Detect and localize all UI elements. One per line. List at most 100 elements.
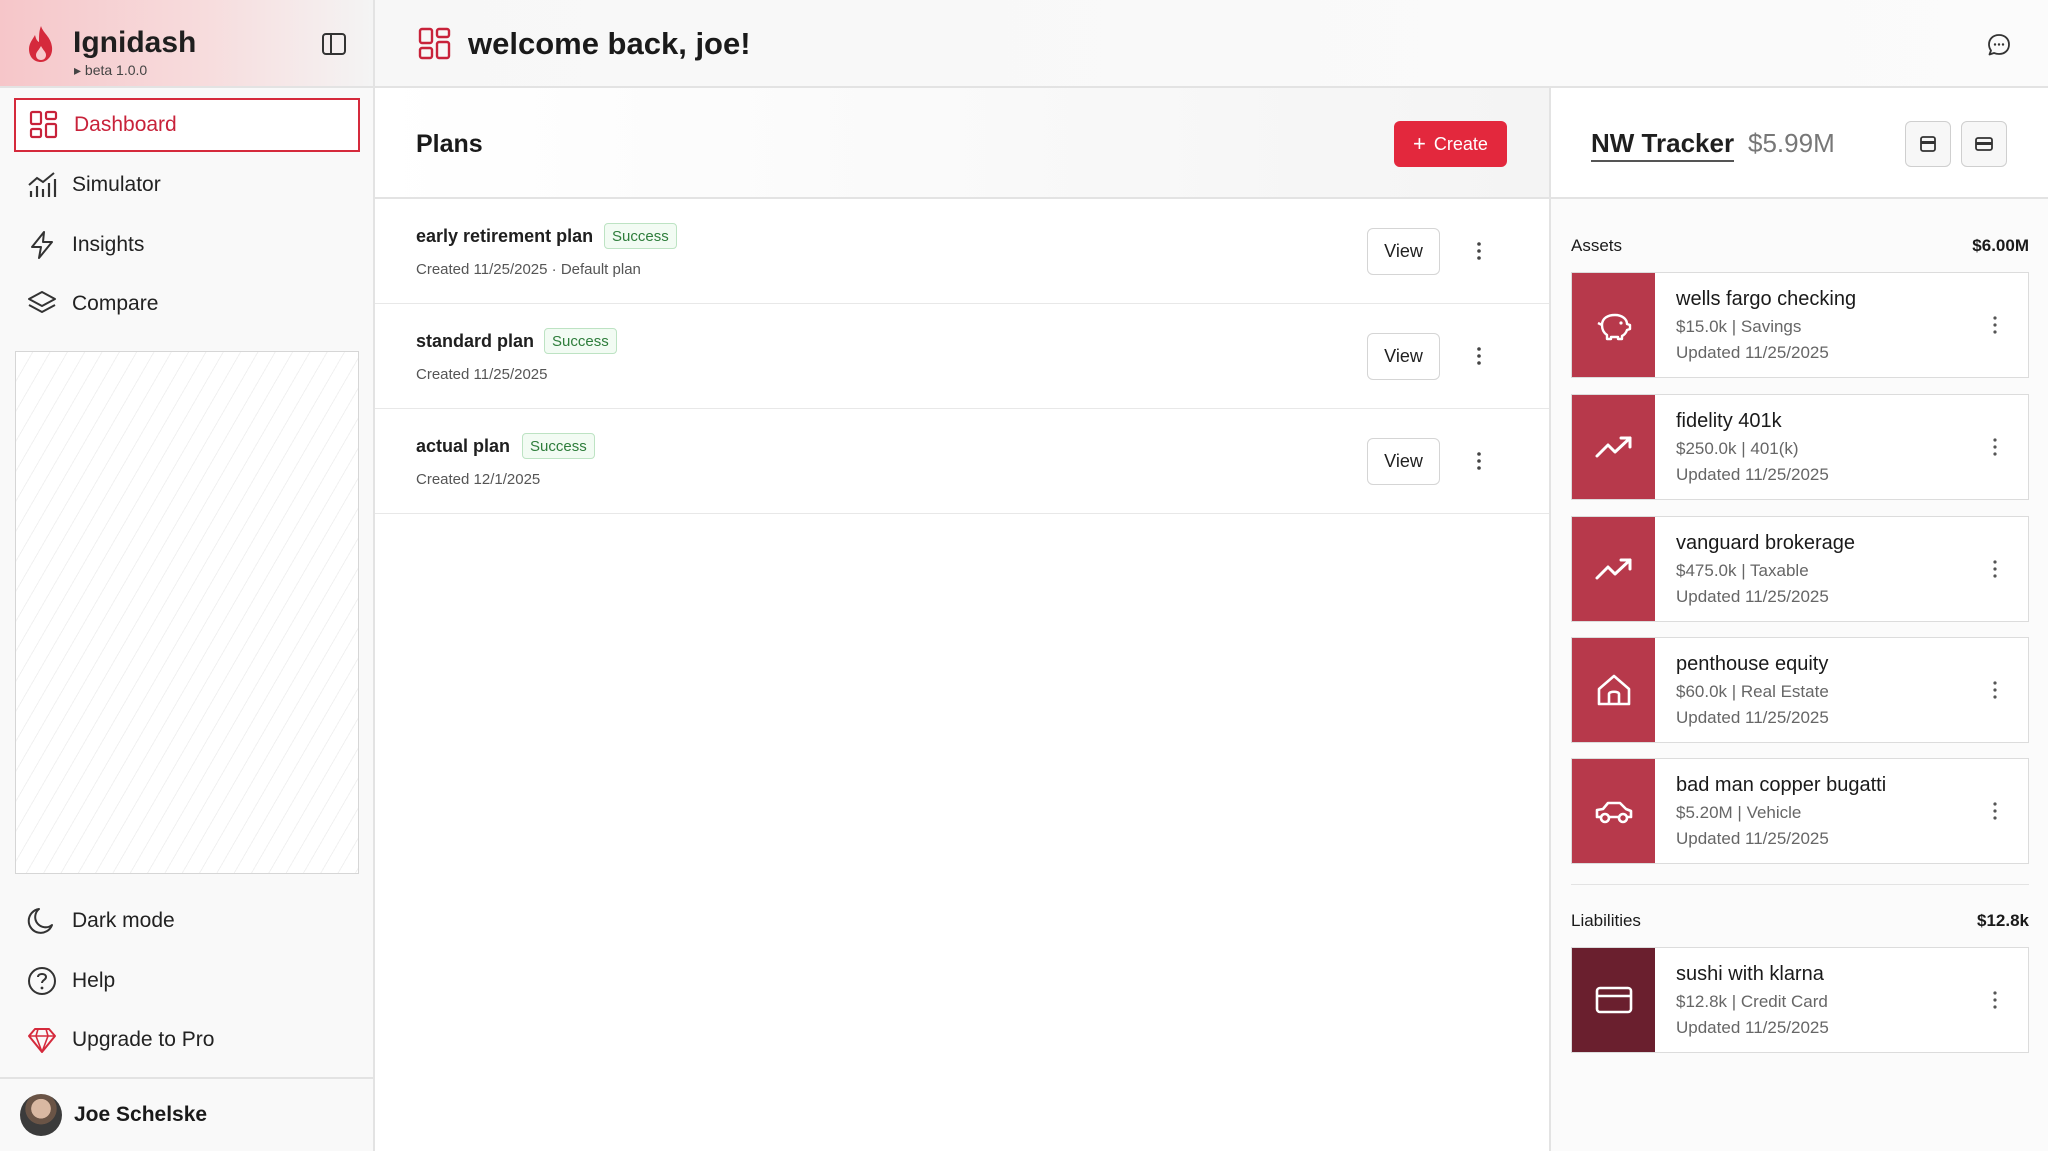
- sidebar: Ignidash ▸ beta 1.0.0 Dashboard Simulato…: [0, 0, 375, 1151]
- asset-updated: Updated 11/25/2025: [1676, 708, 1829, 727]
- asset-name: bad man copper bugatti: [1676, 774, 1887, 796]
- more-options-icon[interactable]: [1984, 314, 2006, 336]
- dashboard-icon: [29, 110, 58, 139]
- top-header: welcome back, joe!: [375, 0, 2048, 88]
- asset-card[interactable]: vanguard brokerage $475.0k | Taxable Upd…: [1571, 516, 2029, 622]
- asset-updated: Updated 11/25/2025: [1676, 587, 1829, 606]
- trending-up-icon: [1595, 436, 1631, 458]
- sidebar-toggle-icon[interactable]: [320, 30, 348, 58]
- assets-label: Assets: [1571, 236, 1623, 255]
- sidebar-item-label: Dark mode: [72, 909, 175, 932]
- more-options-icon[interactable]: [1984, 558, 2006, 580]
- plans-panel: Plans + Create early retirement plan Suc…: [375, 88, 1549, 1151]
- asset-updated: Updated 11/25/2025: [1676, 829, 1829, 848]
- assets-total: $6.00M: [1972, 236, 2029, 255]
- asset-name: fidelity 401k: [1676, 410, 1782, 432]
- asset-card[interactable]: fidelity 401k $250.0k | 401(k) Updated 1…: [1571, 394, 2029, 500]
- asset-detail: $60.0k | Real Estate: [1676, 682, 1829, 701]
- trending-up-icon: [1595, 558, 1631, 580]
- asset-detail: $475.0k | Taxable: [1676, 561, 1809, 580]
- asset-tile: [1572, 395, 1655, 499]
- more-options-icon[interactable]: [1467, 449, 1491, 473]
- user-profile[interactable]: Joe Schelske: [0, 1077, 373, 1151]
- more-options-icon[interactable]: [1467, 239, 1491, 263]
- brand-name: Ignidash: [73, 26, 197, 59]
- sidebar-item-label: Insights: [72, 233, 145, 256]
- lightning-icon: [31, 231, 53, 259]
- sidebar-item-insights[interactable]: Insights: [14, 218, 360, 272]
- app-root: Ignidash ▸ beta 1.0.0 Dashboard Simulato…: [0, 0, 2048, 1151]
- add-liability-button[interactable]: [1961, 121, 2007, 167]
- more-options-icon[interactable]: [1984, 800, 2006, 822]
- more-options-icon[interactable]: [1984, 989, 2006, 1011]
- plan-row: early retirement plan Success Created 11…: [375, 199, 1549, 304]
- sidebar-item-compare[interactable]: Compare: [14, 277, 360, 331]
- asset-name: penthouse equity: [1676, 653, 1829, 675]
- asset-tile: [1572, 759, 1655, 863]
- plan-meta: Created 11/25/2025: [416, 366, 548, 383]
- plan-meta: Created 11/25/2025 · Default plan: [416, 261, 641, 278]
- layers-icon: [28, 291, 56, 313]
- create-button[interactable]: + Create: [1394, 121, 1507, 167]
- sidebar-item-label: Help: [72, 969, 116, 992]
- liabilities-label: Liabilities: [1571, 911, 1641, 930]
- liability-tile: [1572, 948, 1655, 1052]
- gem-icon: [28, 1028, 56, 1053]
- sidebar-item-label: Simulator: [72, 173, 161, 196]
- plus-icon: +: [1413, 131, 1426, 156]
- plans-title: Plans: [416, 130, 483, 158]
- sidebar-item-simulator[interactable]: Simulator: [14, 158, 360, 212]
- liability-card[interactable]: sushi with klarna $12.8k | Credit Card U…: [1571, 947, 2029, 1053]
- plan-row: standard plan Success Created 11/25/2025…: [375, 304, 1549, 409]
- more-options-icon[interactable]: [1984, 679, 2006, 701]
- sidebar-item-help[interactable]: Help: [14, 954, 360, 1008]
- asset-updated: Updated 11/25/2025: [1676, 465, 1829, 484]
- sidebar-placeholder: [15, 351, 359, 874]
- view-button[interactable]: View: [1367, 438, 1440, 485]
- liability-name: sushi with klarna: [1676, 963, 1824, 985]
- asset-name: wells fargo checking: [1676, 288, 1857, 310]
- more-options-icon[interactable]: [1984, 436, 2006, 458]
- status-badge: Success: [522, 433, 595, 459]
- flame-logo-icon: [29, 26, 53, 62]
- sidebar-item-upgrade[interactable]: Upgrade to Pro: [14, 1013, 360, 1067]
- home-icon: [1597, 674, 1630, 706]
- tracker-header: NW Tracker $5.99M: [1551, 88, 2048, 199]
- moon-icon: [27, 908, 53, 934]
- asset-detail: $250.0k | 401(k): [1676, 439, 1799, 458]
- asset-card[interactable]: penthouse equity $60.0k | Real Estate Up…: [1571, 637, 2029, 743]
- credit-card-icon: [1595, 986, 1632, 1014]
- view-button[interactable]: View: [1367, 228, 1440, 275]
- brand-version: ▸ beta 1.0.0: [74, 62, 148, 78]
- sidebar-item-dark-mode[interactable]: Dark mode: [14, 894, 360, 948]
- more-options-icon[interactable]: [1467, 344, 1491, 368]
- plan-name: actual plan: [416, 436, 511, 456]
- asset-tile: [1572, 638, 1655, 742]
- sidebar-item-label: Dashboard: [74, 113, 177, 136]
- sidebar-item-label: Upgrade to Pro: [72, 1028, 215, 1051]
- plan-name: early retirement plan: [416, 226, 594, 246]
- piggy-bank-icon: [1596, 313, 1631, 341]
- asset-detail: $5.20M | Vehicle: [1676, 803, 1802, 822]
- sidebar-item-dashboard[interactable]: Dashboard: [14, 98, 360, 152]
- tracker-title[interactable]: NW Tracker: [1591, 128, 1735, 162]
- plan-row: actual plan Success Created 12/1/2025 Vi…: [375, 409, 1549, 514]
- asset-card[interactable]: wells fargo checking $15.0k | Savings Up…: [1571, 272, 2029, 378]
- asset-tile: [1572, 273, 1655, 377]
- brand-header: Ignidash ▸ beta 1.0.0: [0, 0, 373, 88]
- status-badge: Success: [544, 328, 617, 354]
- asset-card[interactable]: bad man copper bugatti $5.20M | Vehicle …: [1571, 758, 2029, 864]
- status-badge: Success: [604, 223, 677, 249]
- section-divider: [1571, 884, 2029, 885]
- help-icon: [28, 967, 56, 995]
- plan-meta: Created 12/1/2025: [416, 471, 541, 488]
- liability-updated: Updated 11/25/2025: [1676, 1018, 1829, 1037]
- asset-name: vanguard brokerage: [1676, 532, 1856, 554]
- card-icon: [1975, 137, 1993, 151]
- chat-icon[interactable]: [1986, 32, 2012, 58]
- view-button[interactable]: View: [1367, 333, 1440, 380]
- assets-header: Assets $6.00M: [1571, 236, 2029, 256]
- add-asset-button[interactable]: [1905, 121, 1951, 167]
- version-label: beta 1.0.0: [84, 62, 148, 78]
- car-icon: [1595, 801, 1632, 824]
